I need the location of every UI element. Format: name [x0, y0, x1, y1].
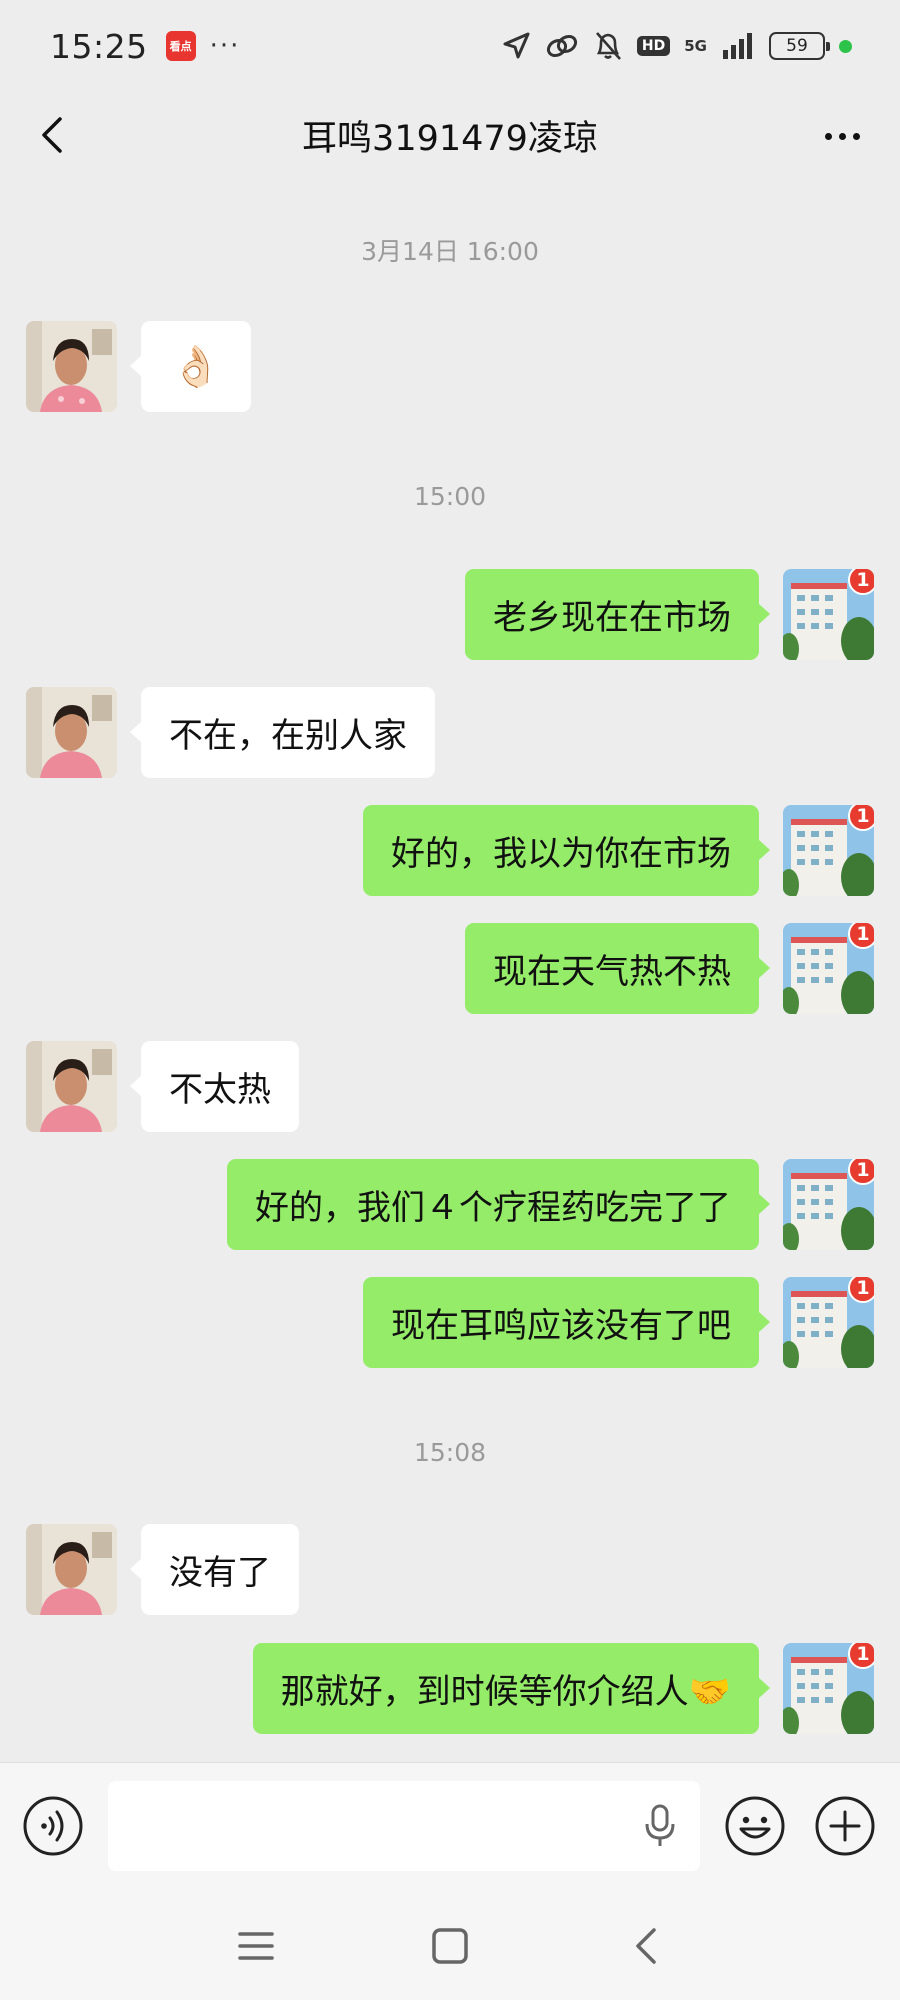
signal-icon [723, 33, 752, 59]
outgoing-message-bubble[interactable]: 那就好，到时候等你介绍人🤝 [252, 1643, 771, 1734]
app-notification-icon: 看点 [165, 31, 196, 61]
back-arrow-icon [42, 117, 62, 153]
privacy-indicator-dot [839, 39, 852, 53]
incoming-message-bubble[interactable]: 👌🏻 [130, 321, 251, 412]
message-timestamp: 3月14日 16:00 [361, 237, 539, 266]
message-row: 不在，在别人家 [0, 687, 900, 779]
outgoing-message-bubble[interactable]: 现在耳鸣应该没有了吧 [363, 1277, 770, 1368]
emoji-icon [725, 1796, 785, 1856]
outgoing-message-bubble[interactable]: 好的，我们４个疗程药吃完了了 [227, 1159, 770, 1250]
more-notifications-icon: ··· [209, 31, 241, 61]
message-row: 好的，我们４个疗程药吃完了了 1 [0, 1159, 900, 1251]
mute-bell-icon [595, 32, 621, 60]
contact-avatar[interactable] [26, 687, 117, 778]
status-time: 15:25 [50, 26, 148, 66]
status-bar: 15:25 看点 ··· HD 5G 59 [0, 0, 900, 92]
emoji-button[interactable] [724, 1795, 786, 1857]
voice-input-button[interactable] [22, 1795, 84, 1857]
message-timestamp: 15:00 [413, 482, 487, 511]
link-icon [546, 34, 577, 58]
message-row: 好的，我以为你在市场 1 [0, 805, 900, 897]
network-type: 5G [684, 36, 707, 55]
microphone-icon [645, 1804, 675, 1846]
incoming-message-bubble[interactable]: 没有了 [130, 1524, 299, 1615]
my-avatar[interactable]: 1 [783, 569, 874, 660]
more-functions-button[interactable] [814, 1795, 876, 1857]
my-avatar[interactable]: 1 [783, 923, 874, 1014]
message-input[interactable] [108, 1781, 700, 1871]
my-avatar[interactable]: 1 [783, 1159, 874, 1250]
my-avatar[interactable]: 1 [783, 1277, 874, 1368]
message-row: 那就好，到时候等你介绍人🤝 1 [0, 1643, 900, 1735]
outgoing-message-bubble[interactable]: 现在天气热不热 [465, 923, 770, 1014]
more-dots-icon [852, 132, 860, 140]
more-dots-icon [824, 132, 832, 140]
home-icon [432, 1928, 468, 1964]
voice-input-icon [23, 1796, 83, 1856]
hd-icon: HD [636, 36, 671, 56]
more-button[interactable] [816, 114, 868, 158]
message-row: 老乡现在在市场 1 [0, 569, 900, 661]
chat-header: 耳鸣3191479凌琼 [0, 92, 900, 178]
contact-avatar[interactable] [26, 1524, 117, 1615]
incoming-message-bubble[interactable]: 不在，在别人家 [130, 687, 435, 778]
message-timestamp: 15:08 [413, 1438, 487, 1467]
microphone-button[interactable] [640, 1803, 680, 1849]
chat-title: 耳鸣3191479凌琼 [302, 118, 598, 159]
home-button[interactable] [428, 1924, 472, 1968]
battery-icon: 59 [769, 32, 830, 60]
contact-avatar[interactable] [26, 321, 117, 412]
recent-apps-button[interactable] [232, 1926, 280, 1966]
message-row: 不太热 [0, 1041, 900, 1133]
message-row: 现在耳鸣应该没有了吧 1 [0, 1277, 900, 1369]
my-avatar[interactable]: 1 [783, 805, 874, 896]
menu-icon [238, 1932, 274, 1960]
system-nav-bar [0, 1890, 900, 2000]
nav-back-icon [636, 1928, 656, 1964]
status-indicators: HD 5G 59 [501, 30, 852, 62]
incoming-message-bubble[interactable]: 不太热 [130, 1041, 299, 1132]
outgoing-message-bubble[interactable]: 好的，我以为你在市场 [363, 805, 770, 896]
location-icon [503, 32, 530, 59]
more-dots-icon [838, 132, 846, 140]
system-back-button[interactable] [626, 1924, 666, 1968]
chat-input-bar [0, 1762, 900, 1890]
message-row: 现在天气热不热 1 [0, 923, 900, 1015]
plus-icon [815, 1796, 875, 1856]
contact-avatar[interactable] [26, 1041, 117, 1132]
message-row: 👌🏻 [0, 321, 900, 413]
outgoing-message-bubble[interactable]: 老乡现在在市场 [465, 569, 770, 660]
back-button[interactable] [30, 112, 76, 158]
my-avatar[interactable]: 1 [783, 1643, 874, 1734]
message-row: 没有了 [0, 1524, 900, 1616]
